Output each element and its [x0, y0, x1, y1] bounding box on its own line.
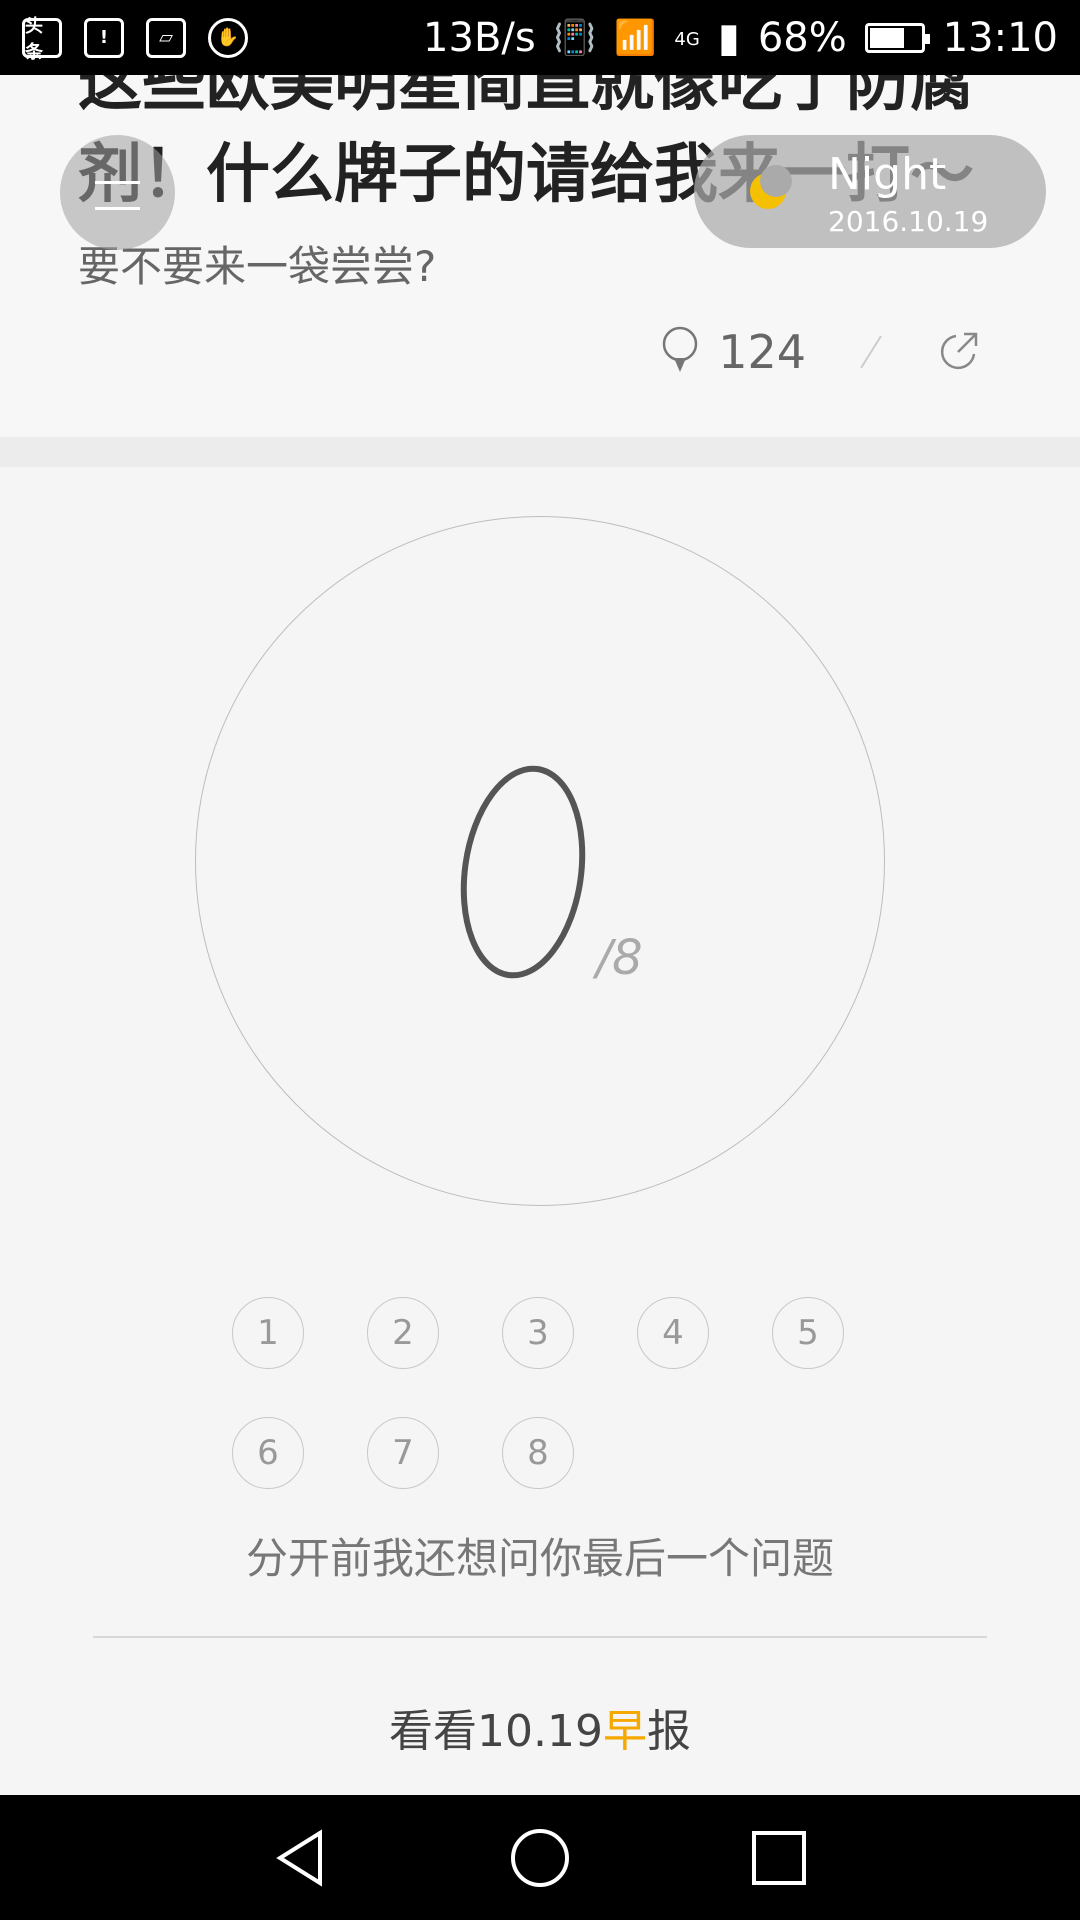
toutiao-app-icon: 头条 — [22, 16, 62, 63]
home-icon[interactable] — [509, 1827, 571, 1889]
menu-button[interactable] — [60, 135, 175, 250]
morning-report-highlight: 早 — [602, 1706, 647, 1757]
separator-slash-icon — [860, 335, 882, 369]
system-nav-bar — [0, 1795, 1080, 1920]
clock: 13:10 — [942, 14, 1058, 61]
status-bar: 头条 ! ▱ ✋ 13B/s 📳 📶 4G ▮ 68% 13:10 — [0, 0, 1080, 75]
menu-line-icon — [95, 181, 140, 184]
night-mode-toggle[interactable]: Night 2016.10.19 — [694, 135, 1046, 248]
hand-icon: ✋ — [208, 17, 248, 58]
like-button[interactable]: 124 — [660, 325, 806, 379]
morning-report-suffix: 报 — [646, 1706, 691, 1757]
article-card[interactable]: 这些欧美明星简直就像吃了防腐 剂！什么牌子的请给我来一打～ 要不要来一袋尝尝? … — [0, 75, 1080, 437]
question-6-button[interactable]: 6 — [232, 1417, 304, 1489]
total-questions: /8 — [596, 930, 643, 986]
article-title-line1: 这些欧美明星简直就像吃了防腐 — [78, 75, 974, 120]
question-3-button[interactable]: 3 — [502, 1297, 574, 1369]
final-question-text: 分开前我还想问你最后一个问题 — [245, 1534, 834, 1583]
section-divider — [0, 437, 1080, 467]
question-5-button[interactable]: 5 — [772, 1297, 844, 1369]
current-score: 0 — [455, 762, 586, 979]
lightbulb-icon — [662, 326, 698, 372]
svg-text:0: 0 — [455, 762, 456, 763]
share-icon[interactable] — [936, 330, 980, 374]
battery-alert-icon: ! — [84, 17, 124, 58]
image-icon: ▱ — [146, 17, 186, 58]
morning-report-link[interactable]: 看看10.19早报 — [0, 1695, 1080, 1759]
menu-line-icon — [95, 207, 140, 210]
moon-icon — [750, 165, 792, 209]
question-8-button[interactable]: 8 — [502, 1417, 574, 1489]
battery-icon — [864, 22, 930, 53]
signal-icon: ▮ — [717, 14, 740, 61]
like-count: 124 — [718, 325, 806, 379]
battery-percent: 68% — [757, 14, 847, 61]
recents-icon[interactable] — [748, 1827, 810, 1889]
morning-report-prefix: 看看10.19 — [389, 1706, 603, 1757]
question-4-button[interactable]: 4 — [637, 1297, 709, 1369]
wifi-icon: 📶 — [614, 17, 657, 58]
night-date: 2016.10.19 — [828, 205, 989, 238]
night-label: Night — [828, 149, 947, 200]
vibrate-icon: 📳 — [553, 17, 597, 58]
article-stats: 124 — [660, 325, 980, 379]
footer-divider — [93, 1636, 987, 1638]
question-1-button[interactable]: 1 — [232, 1297, 304, 1369]
question-7-button[interactable]: 7 — [367, 1417, 439, 1489]
net-speed: 13B/s — [423, 14, 536, 61]
back-icon[interactable] — [270, 1827, 332, 1889]
network-type: 4G — [674, 28, 700, 50]
question-2-button[interactable]: 2 — [367, 1297, 439, 1369]
